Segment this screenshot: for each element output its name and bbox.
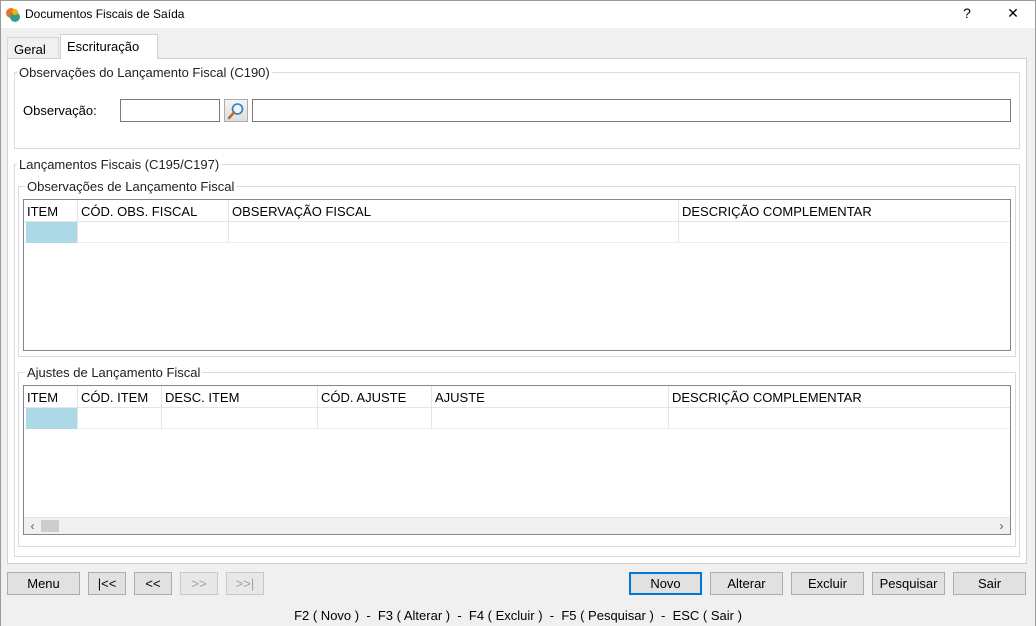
- scroll-thumb[interactable]: [41, 520, 59, 532]
- menu-button[interactable]: Menu: [7, 572, 80, 595]
- table-cell[interactable]: [162, 408, 318, 429]
- window-title: Documentos Fiscais de Saída: [25, 7, 185, 21]
- lancamentos-legend: Lançamentos Fiscais (C195/C197): [19, 157, 220, 172]
- obs-fiscal-grid-header: ITEM CÓD. OBS. FISCAL OBSERVAÇÃO FISCAL …: [24, 200, 1010, 222]
- close-button[interactable]: ✕: [998, 5, 1028, 22]
- ajustes-grid[interactable]: ITEM CÓD. ITEM DESC. ITEM CÓD. AJUSTE AJ…: [23, 385, 1011, 535]
- search-icon: [227, 103, 244, 120]
- obs-fiscal-grid[interactable]: ITEM CÓD. OBS. FISCAL OBSERVAÇÃO FISCAL …: [23, 199, 1011, 351]
- obs-fiscal-legend: Observações de Lançamento Fiscal: [27, 179, 235, 194]
- scroll-left-icon[interactable]: ‹: [24, 518, 41, 534]
- excluir-button[interactable]: Excluir: [791, 572, 864, 595]
- table-cell[interactable]: [679, 222, 1010, 243]
- column-header-cod-ajuste[interactable]: CÓD. AJUSTE: [318, 386, 432, 408]
- selected-cell[interactable]: [26, 408, 78, 429]
- column-header-item[interactable]: ITEM: [24, 386, 78, 408]
- table-cell[interactable]: [78, 408, 162, 429]
- observacao-code-input[interactable]: [120, 99, 220, 122]
- selected-cell[interactable]: [26, 222, 78, 243]
- horizontal-scrollbar[interactable]: ‹ ›: [24, 517, 1010, 534]
- table-cell[interactable]: [669, 408, 1010, 429]
- obs-lancamento-legend: Observações do Lançamento Fiscal (C190): [19, 65, 270, 80]
- help-button[interactable]: ?: [952, 5, 982, 21]
- tab-panel-escrituracao: Observações do Lançamento Fiscal (C190) …: [7, 58, 1027, 564]
- previous-record-button[interactable]: <<: [134, 572, 172, 595]
- ajustes-grid-header: ITEM CÓD. ITEM DESC. ITEM CÓD. AJUSTE AJ…: [24, 386, 1010, 408]
- observacao-desc-input[interactable]: [252, 99, 1011, 122]
- app-logo-icon: [6, 8, 20, 22]
- column-header-cod-item[interactable]: CÓD. ITEM: [78, 386, 162, 408]
- column-header-descricao-complementar[interactable]: DESCRIÇÃO COMPLEMENTAR: [669, 386, 1010, 408]
- table-cell[interactable]: [318, 408, 432, 429]
- table-cell[interactable]: [78, 222, 229, 243]
- observacao-label: Observação:: [23, 103, 97, 118]
- column-header-ajuste[interactable]: AJUSTE: [432, 386, 669, 408]
- table-cell[interactable]: [432, 408, 669, 429]
- column-header-observacao-fiscal[interactable]: OBSERVAÇÃO FISCAL: [229, 200, 679, 222]
- next-record-button[interactable]: >>: [180, 572, 218, 595]
- ajustes-legend: Ajustes de Lançamento Fiscal: [27, 365, 201, 380]
- title-bar: Documentos Fiscais de Saída ? ✕: [0, 0, 1036, 28]
- column-header-cod-obs-fiscal[interactable]: CÓD. OBS. FISCAL: [78, 200, 229, 222]
- table-cell[interactable]: [229, 222, 679, 243]
- table-row[interactable]: [24, 222, 1010, 243]
- sair-button[interactable]: Sair: [953, 572, 1026, 595]
- first-record-button[interactable]: |<<: [88, 572, 126, 595]
- shortcut-hints: F2 ( Novo ) - F3 ( Alterar ) - F4 ( Excl…: [294, 608, 742, 623]
- last-record-button[interactable]: >>|: [226, 572, 264, 595]
- observacao-search-button[interactable]: [224, 99, 248, 122]
- pesquisar-button[interactable]: Pesquisar: [872, 572, 945, 595]
- table-row[interactable]: [24, 408, 1010, 429]
- scroll-right-icon[interactable]: ›: [993, 518, 1010, 534]
- column-header-desc-item[interactable]: DESC. ITEM: [162, 386, 318, 408]
- tab-escrituracao[interactable]: Escrituração: [60, 34, 158, 59]
- alterar-button[interactable]: Alterar: [710, 572, 783, 595]
- column-header-descricao-complementar[interactable]: DESCRIÇÃO COMPLEMENTAR: [679, 200, 1010, 222]
- novo-button[interactable]: Novo: [629, 572, 702, 595]
- column-header-item[interactable]: ITEM: [24, 200, 78, 222]
